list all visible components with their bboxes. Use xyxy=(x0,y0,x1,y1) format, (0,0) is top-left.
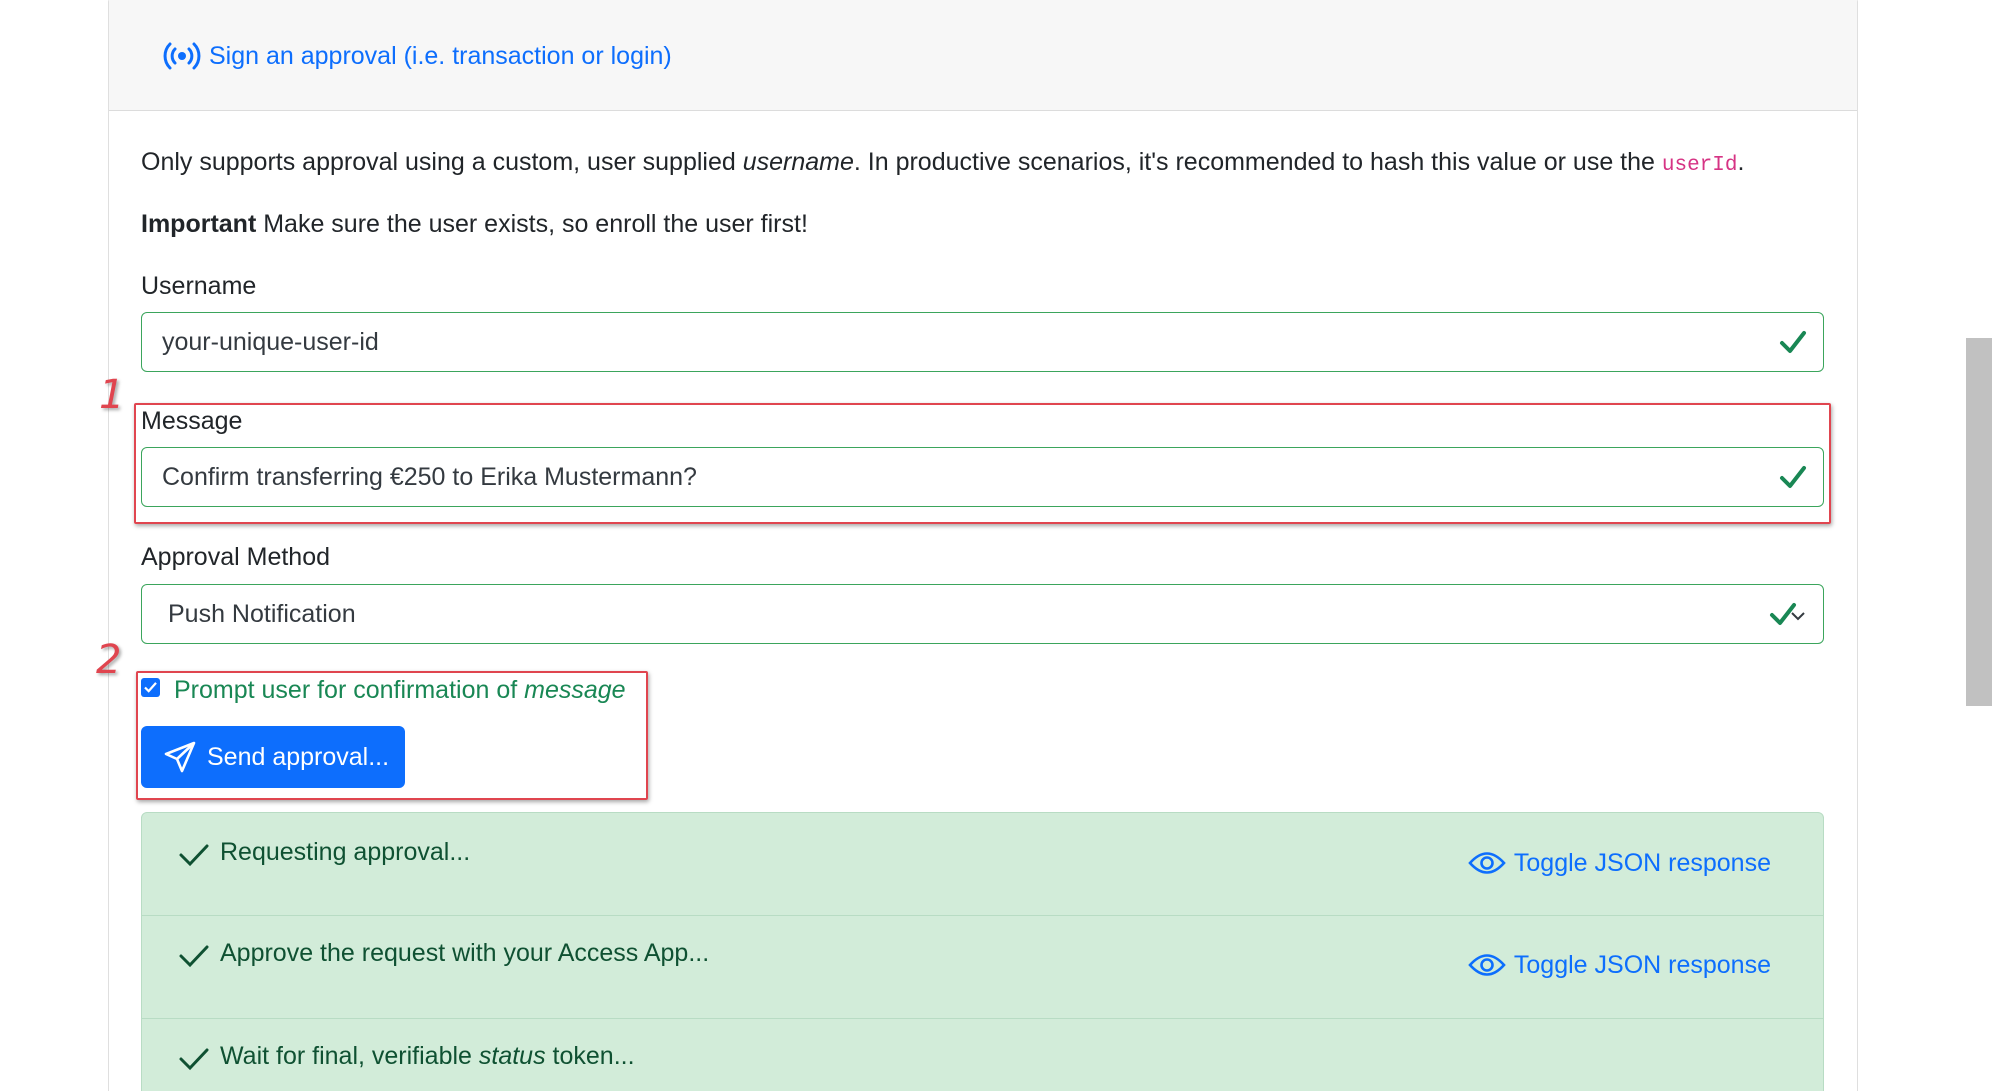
eye-icon xyxy=(1468,954,1506,976)
intro-part2: . In productive scenarios, it's recommen… xyxy=(853,148,1662,176)
step-text-em: status xyxy=(478,1042,546,1070)
check-icon xyxy=(179,1048,209,1071)
intro-text: Only supports approval using a custom, u… xyxy=(141,145,1744,183)
check-icon xyxy=(179,844,209,867)
annotation-number-1: 1 xyxy=(99,372,125,418)
step-text: Requesting approval... xyxy=(220,838,471,866)
important-text: Make sure the user exists, so enroll the… xyxy=(256,210,808,238)
step-item: Approve the request with your Access App… xyxy=(142,916,1823,1019)
step-text-pre: Wait for final, verifiable xyxy=(220,1042,479,1070)
step-item: Wait for final, verifiable status token.… xyxy=(142,1019,1823,1091)
annotation-box-2 xyxy=(136,671,648,800)
annotation-box-1 xyxy=(134,403,1831,524)
check-icon xyxy=(179,945,209,968)
progress-steps: Requesting approval... Toggle JSON respo… xyxy=(141,812,1824,1091)
username-label: Username xyxy=(141,272,257,300)
eye-icon xyxy=(1468,852,1506,874)
page: Sign an approval (i.e. transaction or lo… xyxy=(0,0,1992,1091)
intro-part1: Only supports approval using a custom, u… xyxy=(141,148,743,176)
toggle-json-label: Toggle JSON response xyxy=(1513,848,1771,877)
intro-part3: . xyxy=(1737,148,1745,176)
sign-approval-label: Sign an approval (i.e. transaction or lo… xyxy=(209,41,672,70)
approval-card: Sign an approval (i.e. transaction or lo… xyxy=(108,0,1858,1091)
approval-method-select[interactable]: Push Notification xyxy=(141,584,1824,644)
important-bold: Important xyxy=(141,210,257,238)
step-item: Requesting approval... Toggle JSON respo… xyxy=(142,813,1823,916)
intro-code: userId xyxy=(1661,154,1738,177)
chevron-down-icon xyxy=(1791,612,1805,621)
annotation-number-2: 2 xyxy=(96,637,122,683)
intro-em: username xyxy=(742,148,854,176)
valid-check-icon xyxy=(1780,331,1806,353)
step-text: Approve the request with your Access App… xyxy=(220,939,710,967)
broadcast-icon xyxy=(163,42,201,70)
toggle-json-label: Toggle JSON response xyxy=(1513,950,1771,979)
scrollbar-thumb[interactable] xyxy=(1966,338,1992,706)
approval-method-value: Push Notification xyxy=(168,599,356,628)
step-text: Wait for final, verifiable status token.… xyxy=(220,1042,635,1071)
approval-method-label: Approval Method xyxy=(141,543,331,571)
card-header: Sign an approval (i.e. transaction or lo… xyxy=(109,0,1857,111)
toggle-json-response[interactable]: Toggle JSON response xyxy=(1468,950,1771,980)
sign-approval-link[interactable]: Sign an approval (i.e. transaction or lo… xyxy=(163,41,672,71)
toggle-json-response[interactable]: Toggle JSON response xyxy=(1468,848,1771,878)
username-input[interactable]: your-unique-user-id xyxy=(141,312,1824,372)
important-note: Important Make sure the user exists, so … xyxy=(141,207,808,241)
step-text-post: token... xyxy=(545,1042,635,1070)
username-value: your-unique-user-id xyxy=(162,327,379,356)
